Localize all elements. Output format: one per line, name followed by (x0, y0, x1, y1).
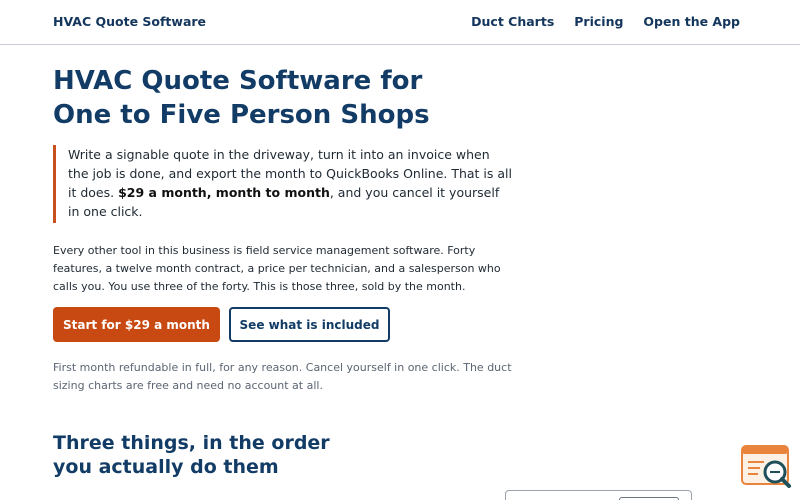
main-nav: Duct Charts Pricing Open the App (471, 14, 740, 29)
refund-fineprint: First month refundable in full, for any … (53, 361, 512, 392)
value-callout: Write a signable quote in the driveway, … (53, 145, 513, 223)
section-title-line-2: you actually do them (53, 456, 279, 478)
hero-title: HVAC Quote Software for One to Five Pers… (53, 64, 513, 132)
nav-link-open-app[interactable]: Open the App (643, 14, 740, 29)
see-included-button[interactable]: See what is included (229, 307, 390, 342)
nav-link-duct-charts[interactable]: Duct Charts (471, 14, 554, 29)
start-subscription-button[interactable]: Start for $29 a month (53, 307, 220, 342)
intro-paragraph: Every other tool in this business is fie… (53, 244, 501, 293)
search-help-widget[interactable] (740, 444, 792, 490)
section-title-line-1: Three things, in the order (53, 432, 330, 454)
search-help-icon (741, 445, 791, 488)
brand-logo-link[interactable]: HVAC Quote Software (53, 14, 206, 29)
nav-link-pricing[interactable]: Pricing (574, 14, 623, 29)
section-title: Three things, in the order you actually … (53, 431, 373, 479)
top-navigation-bar: HVAC Quote Software Duct Charts Pricing … (0, 0, 800, 45)
hero-title-line-2: One to Five Person Shops (53, 100, 430, 130)
hero-title-line-1: HVAC Quote Software for (53, 66, 423, 96)
preview-card-edge (505, 490, 692, 500)
callout-price-emphasis: $29 a month, month to month (118, 185, 330, 200)
